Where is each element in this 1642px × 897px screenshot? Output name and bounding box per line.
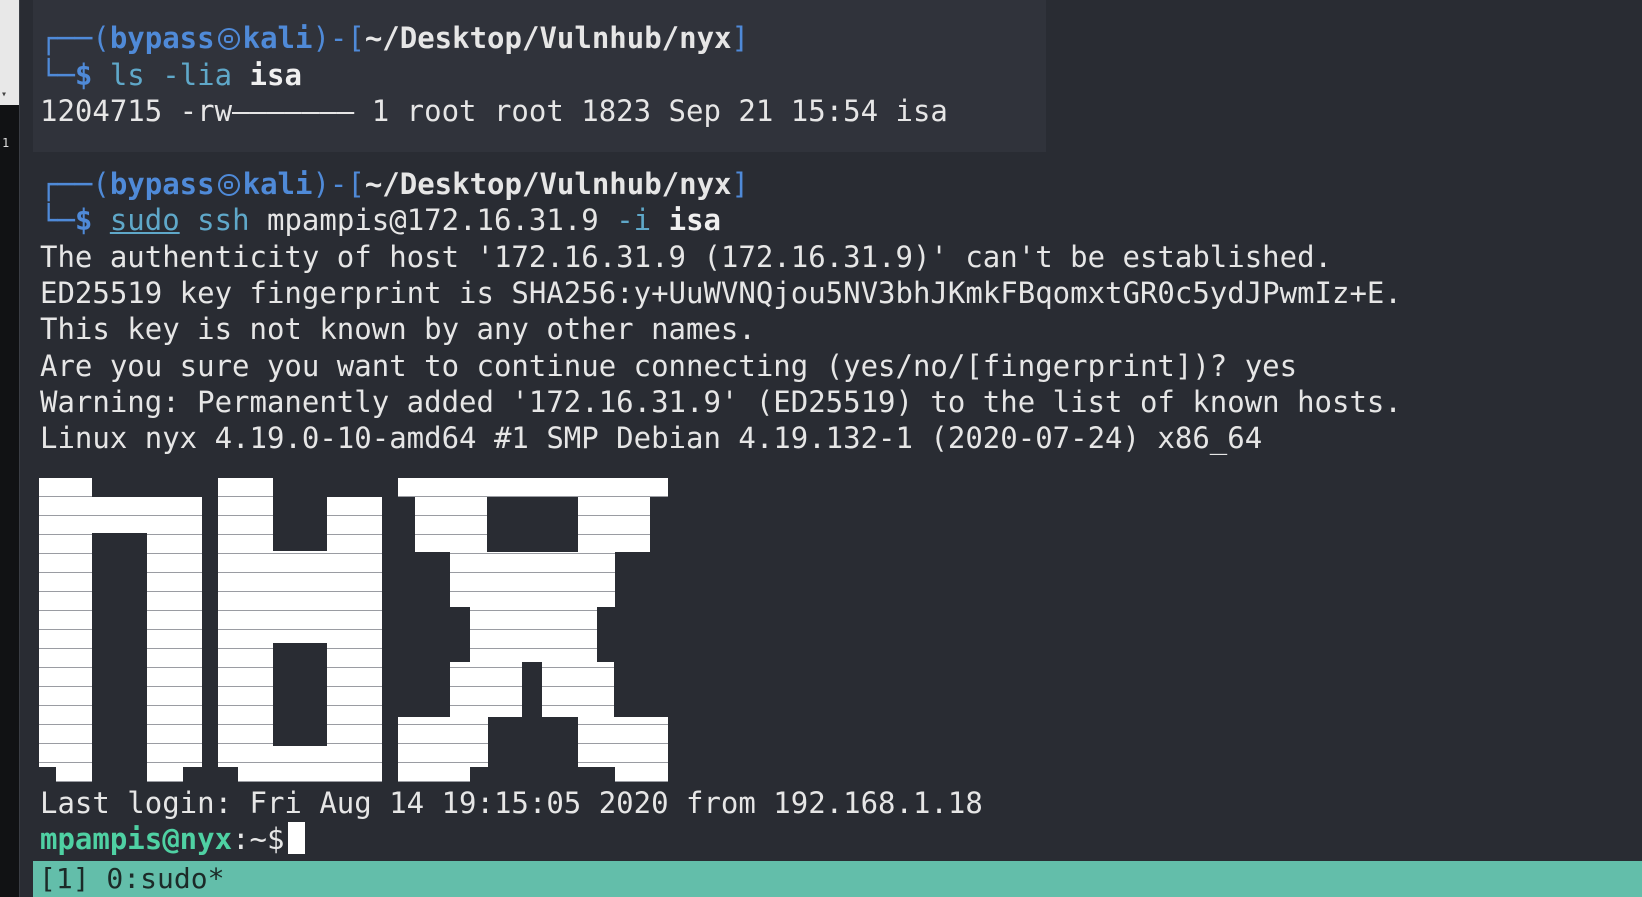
prompt-path: ~/Desktop/Vulnhub/nyx [364, 21, 732, 55]
kali-skull-icon [217, 174, 240, 196]
edge-line-number: 1 [2, 136, 10, 150]
left-edge-panel: ▾ 1 [0, 0, 20, 897]
command-args: -lia [162, 58, 233, 92]
remote-prompt-line[interactable]: mpampis@nyx:~$ [40, 820, 306, 858]
ssh-output-line: This key is not known by any other names… [40, 312, 756, 346]
command-file: isa [249, 58, 302, 92]
prompt-host: kali [242, 21, 313, 55]
prompt-user: bypass [109, 167, 215, 201]
ssh-program: ssh [197, 203, 250, 237]
remote-prompt-rest: :~$ [232, 822, 285, 856]
ssh-output-line: Linux nyx 4.19.0-10-amd64 #1 SMP Debian … [40, 421, 1263, 455]
nyx-logo-letters [39, 478, 668, 782]
prompt-line-1: ┌──(bypass kali)-[~/Desktop/Vulnhub/nyx] [40, 21, 749, 55]
ssh-flag: -i [616, 203, 652, 237]
command-line-2: └─$ sudo ssh mpampis@172.16.31.9 -i isa [40, 203, 721, 237]
ssh-output-line: ED25519 key fingerprint is SHA256:y+UuWV… [40, 276, 1402, 310]
ssh-output-line: Are you sure you want to continue connec… [40, 349, 1298, 383]
sudo-command: sudo [109, 203, 180, 237]
ls-output: 1204715 -rw——————— 1 root root 1823 Sep … [40, 94, 948, 128]
scroll-down-arrow-icon[interactable]: ▾ [1, 89, 7, 101]
remote-userhost: mpampis@nyx [40, 822, 233, 856]
ssh-output-line: Warning: Permanently added '172.16.31.9'… [40, 385, 1402, 419]
prompt-path: ~/Desktop/Vulnhub/nyx [364, 167, 732, 201]
prompt-host: kali [242, 167, 313, 201]
ssh-key-file: isa [668, 203, 721, 237]
ssh-output-line: The authenticity of host '172.16.31.9 (1… [40, 240, 1333, 274]
last-login-line: Last login: Fri Aug 14 19:15:05 2020 fro… [40, 786, 983, 820]
kali-skull-icon [217, 28, 240, 50]
tmux-status-bar[interactable]: [1] 0:sudo* [33, 861, 1642, 897]
command-program: ls [109, 58, 145, 92]
prompt-line-2: ┌──(bypass kali)-[~/Desktop/Vulnhub/nyx] [40, 167, 749, 201]
ssh-target: mpampis@172.16.31.9 [267, 203, 599, 237]
prompt-user: bypass [109, 21, 215, 55]
terminal-cursor [288, 822, 306, 854]
command-line-1: └─$ ls -lia isa [40, 58, 302, 92]
